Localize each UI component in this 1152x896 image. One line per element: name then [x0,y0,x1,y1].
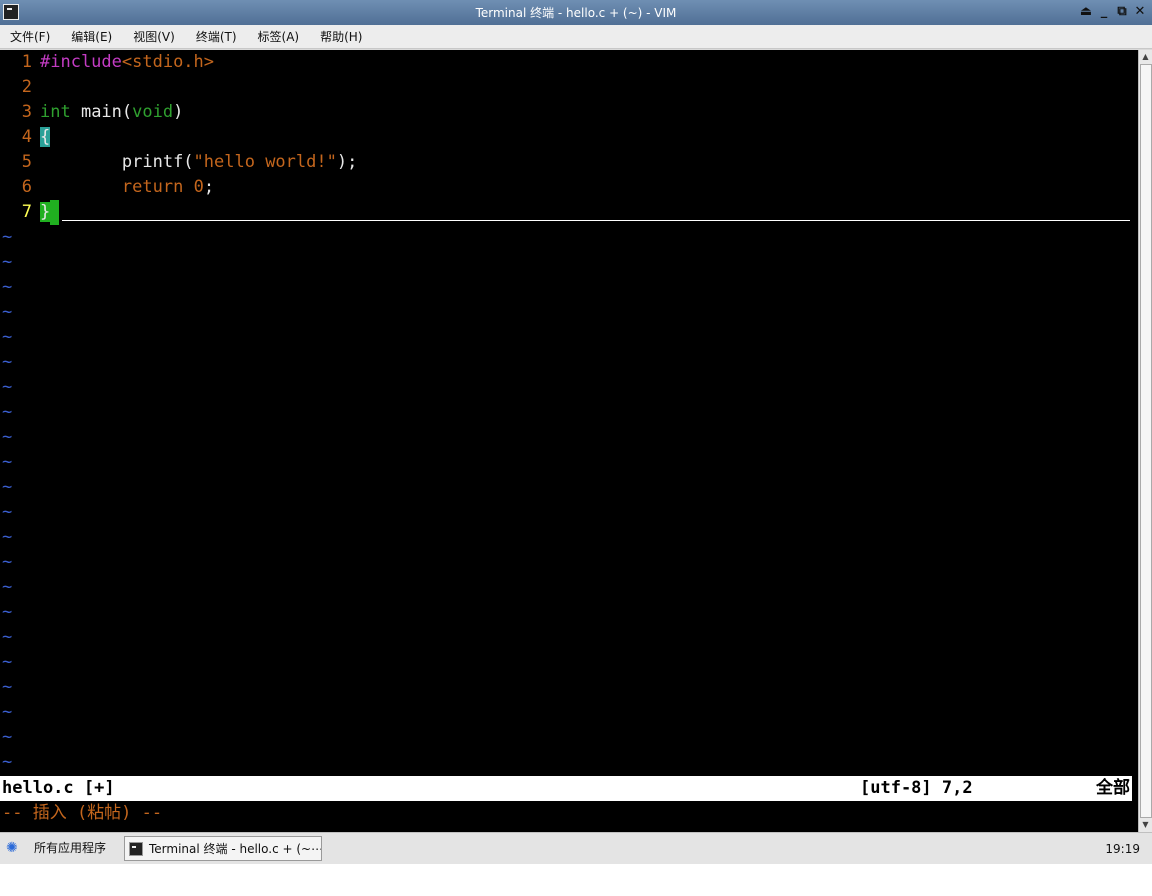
tilde-marker: ~ [2,227,13,247]
taskbar: ✺ 所有应用程序 Terminal 终端 - hello.c + (~⋯ 19:… [0,832,1152,864]
tilde-marker: ~ [2,502,13,522]
tilde-marker: ~ [2,652,13,672]
tilde-marker: ~ [2,577,13,597]
desktop-area [0,864,1152,896]
taskbar-terminal-task[interactable]: Terminal 终端 - hello.c + (~⋯ [124,836,322,861]
tilde-marker: ~ [2,702,13,722]
vim-status-line: hello.c [+] [utf-8] 7,2 全部 [0,776,1132,801]
code-line-current: 7} [0,200,60,225]
tilde-marker: ~ [2,252,13,272]
tilde-marker: ~ [2,352,13,372]
line-number: 6 [21,177,32,197]
terminal-area[interactable]: 1 #include<stdio.h> 2 3 int main(void) 4{ … [0,50,1138,832]
task-label: Terminal 终端 - hello.c + (~⋯ [149,842,322,856]
applications-menu-button[interactable]: ✺ 所有应用程序 [6,839,106,856]
tilde-marker: ~ [2,677,13,697]
menu-view[interactable]: 视图(V) [129,26,179,47]
title-bar[interactable]: Terminal 终端 - hello.c + (~) - VIM ⏏ _ ⧉ … [0,0,1152,26]
tilde-marker: ~ [2,727,13,747]
terminal-icon [129,841,143,856]
code-line: 4{ [0,125,51,150]
tilde-marker: ~ [2,327,13,347]
status-scroll-position: 全部 [1096,778,1130,798]
maximize-icon[interactable]: ⧉ [1114,3,1130,21]
close-icon[interactable]: ✕ [1132,3,1148,21]
line-number: 1 [21,52,32,72]
matched-brace: { [40,127,51,147]
tilde-marker: ~ [2,302,13,322]
code-line: 1 #include<stdio.h> [0,50,214,75]
cursor-line-underline [62,220,1130,221]
status-encoding-position: [utf-8] 7,2 [860,778,973,798]
tilde-marker: ~ [2,377,13,397]
tilde-marker: ~ [2,527,13,547]
scroll-down-icon[interactable]: ▼ [1139,818,1152,832]
tilde-marker: ~ [2,402,13,422]
applications-label: 所有应用程序 [34,841,107,855]
text-cursor [50,200,60,225]
shade-icon[interactable]: ⏏ [1078,3,1094,21]
current-brace: } [40,202,51,222]
tilde-marker: ~ [2,602,13,622]
code-line: 5 printf("hello world!"); [0,150,358,175]
menu-terminal[interactable]: 终端(T) [192,26,241,47]
line-number: 7 [21,202,32,222]
window-title: Terminal 终端 - hello.c + (~) - VIM [475,6,677,20]
tilde-marker: ~ [2,427,13,447]
clock: 19:19 [1105,842,1140,856]
vertical-scrollbar[interactable]: ▲ ▼ [1138,50,1152,832]
tilde-marker: ~ [2,452,13,472]
code-line: 3 int main(void) [0,100,184,125]
tilde-marker: ~ [2,552,13,572]
code-line: 2 [0,75,40,100]
minimize-icon[interactable]: _ [1096,3,1112,21]
menu-file[interactable]: 文件(F) [6,26,54,47]
tilde-marker: ~ [2,277,13,297]
applications-logo-icon: ✺ [6,839,18,856]
tilde-marker: ~ [2,752,13,772]
code-line: 6 return 0; [0,175,214,200]
menu-bar: 文件(F) 编辑(E) 视图(V) 终端(T) 标签(A) 帮助(H) [0,25,1152,49]
menu-tabs[interactable]: 标签(A) [254,26,304,47]
line-number: 3 [21,102,32,122]
scrollbar-thumb[interactable] [1140,64,1152,818]
tilde-marker: ~ [2,477,13,497]
scroll-up-icon[interactable]: ▲ [1139,50,1152,64]
tilde-marker: ~ [2,627,13,647]
line-number: 5 [21,152,32,172]
menu-help[interactable]: 帮助(H) [316,26,366,47]
vim-mode-indicator: -- 插入 (粘帖) -- [2,803,163,823]
line-number: 4 [21,127,32,147]
status-filename: hello.c [+] [2,778,115,798]
menu-edit[interactable]: 编辑(E) [67,26,116,47]
line-number: 2 [21,77,32,97]
